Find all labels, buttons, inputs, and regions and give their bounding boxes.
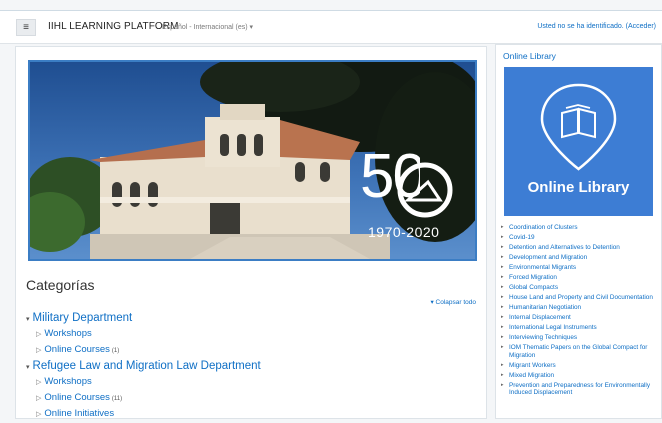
online-library-card[interactable]: Online Library [504,67,653,216]
location-book-icon [540,83,617,171]
library-link[interactable]: International Legal Instruments [499,324,659,332]
banner-years: 1970-2020 [368,224,440,240]
categories-heading: Categorías [26,277,95,293]
library-link[interactable]: Covid-19 [499,234,659,242]
block-title: Online Library [503,51,556,61]
online-library-block: Online Library Online Library Coordinati… [495,44,662,419]
login-link[interactable]: (Acceder) [626,23,656,30]
subcategory-label: Workshops [44,376,92,387]
course-count: (11) [111,396,123,402]
banner-fifty: 50 [360,146,420,208]
language-selector[interactable]: Español - Internacional (es) ▾ [162,23,253,31]
category-tree: ▾ Military Department ▷ Workshops ▷ Online … [26,310,466,422]
site-brand[interactable]: IIHL LEARNING PLATFORM [48,21,179,32]
subcategory-label: Online Initiatives [44,408,115,419]
library-link[interactable]: Mixed Migration [499,372,659,380]
login-status: Usted no se ha identificado. (Acceder) [537,23,656,30]
library-link[interactable]: Environmental Migrants [499,264,659,272]
anniversary-banner: 50 1970-2020 [28,60,477,261]
collapsed-triangle-icon: ▷ [36,411,42,418]
navbar: ≡ IIHL LEARNING PLATFORM Español - Inter… [0,10,662,44]
collapsed-triangle-icon: ▷ [36,395,42,402]
library-link[interactable]: Forced Migration [499,274,659,282]
library-link[interactable]: Development and Migration [499,254,659,262]
subcategory-label: Online Courses [44,392,110,403]
library-link[interactable]: Global Compacts [499,284,659,292]
hamburger-menu-button[interactable]: ≡ [16,19,36,36]
subcategory-online-courses[interactable]: ▷ Online Courses (11) [26,390,466,406]
hamburger-icon: ≡ [23,22,29,33]
subcategory-workshops[interactable]: ▷ Workshops [26,374,466,390]
subcategory-online-initiatives[interactable]: ▷ Online Initiatives [26,406,466,422]
category-label: Refugee Law and Migration Law Department [32,360,261,372]
library-topic-list: Coordination of Clusters Covid-19 Detent… [499,224,659,399]
subcategory-workshops[interactable]: ▷ Workshops [26,326,466,342]
collapsed-triangle-icon: ▷ [36,379,42,386]
collapse-all-label: Colapsar todo [435,299,476,306]
category-label: Military Department [32,312,133,324]
expand-caret-icon: ▾ [26,316,30,323]
collapsed-triangle-icon: ▷ [36,347,42,354]
category-military-department[interactable]: ▾ Military Department [26,310,466,326]
library-link[interactable]: Interviewing Techniques [499,334,659,342]
subcategory-online-courses[interactable]: ▷ Online Courses (1) [26,342,466,358]
login-status-text: Usted no se ha identificado. [537,23,624,30]
collapse-all-link[interactable]: ▾ Colapsar todo [430,298,476,306]
library-link[interactable]: Coordination of Clusters [499,224,659,232]
library-link[interactable]: Detention and Alternatives to Detention [499,244,659,252]
library-link[interactable]: Prevention and Preparedness for Environm… [499,382,659,397]
online-library-label: Online Library [527,179,630,196]
subcategory-label: Workshops [44,328,92,339]
library-link[interactable]: Humanitarian Negotiation [499,304,659,312]
library-link[interactable]: IOM Thematic Papers on the Global Compac… [499,344,659,359]
main-region: 50 1970-2020 Categorías ▾ Colapsar todo … [15,46,487,419]
collapsed-triangle-icon: ▷ [36,331,42,338]
course-count: (1) [111,348,120,354]
category-refugee-law-department[interactable]: ▾ Refugee Law and Migration Law Departmen… [26,358,466,374]
library-link[interactable]: Internal Displacement [499,314,659,322]
expand-caret-icon: ▾ [26,364,30,371]
library-link[interactable]: Migrant Workers [499,362,659,370]
subcategory-label: Online Courses [44,344,110,355]
library-link[interactable]: House Land and Property and Civil Docume… [499,294,659,302]
